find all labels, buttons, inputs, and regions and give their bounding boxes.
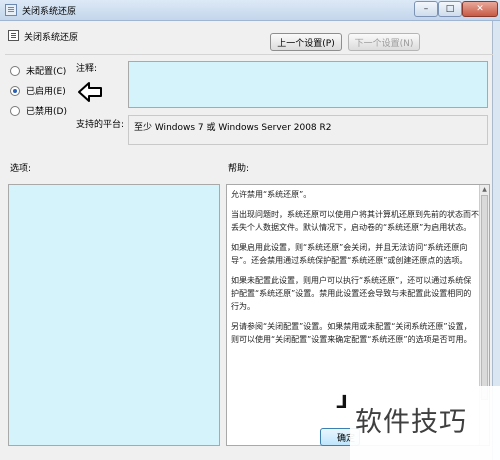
help-paragraph: 如果未配置此设置，则用户可以执行“系统还原”，还可以通过系统保护配置“系统还原”…: [231, 276, 472, 311]
help-paragraph: 允许禁用“系统还原”。: [231, 190, 312, 199]
comment-textarea[interactable]: [128, 61, 488, 108]
radio-disabled[interactable]: 已禁用(D): [10, 104, 67, 117]
help-label: 帮助:: [228, 164, 250, 174]
options-panel: [8, 184, 220, 446]
close-button[interactable]: ✕: [462, 1, 498, 17]
watermark-logo-icon: ⅃: [336, 392, 348, 413]
radio-not-configured[interactable]: 未配置(C): [10, 64, 66, 77]
radio-label: 已禁用(D): [26, 107, 67, 117]
maximize-button[interactable]: □: [438, 1, 462, 17]
setting-title: 关闭系统还原: [24, 33, 79, 43]
help-paragraph: 当出现问题时，系统还原可以使用户将其计算机还原到先前的状态而不丢失个人数据文件。…: [231, 210, 479, 232]
options-label: 选项:: [10, 164, 32, 174]
supported-on-label: 支持的平台:: [76, 120, 125, 130]
scroll-up-arrow-icon[interactable]: ▲: [481, 186, 488, 194]
radio-circle[interactable]: [10, 65, 20, 76]
comment-label: 注释:: [76, 64, 98, 74]
title-bar[interactable]: 关闭系统还原 – □ ✕: [0, 0, 500, 21]
next-setting-button[interactable]: 下一个设置(N): [348, 33, 420, 51]
policy-icon: [5, 4, 17, 16]
watermark-text: 软件技巧: [355, 407, 467, 438]
pointer-arrow-icon: [78, 82, 102, 102]
radio-label: 已启用(E): [26, 87, 66, 97]
radio-label: 未配置(C): [26, 67, 67, 77]
setting-icon: [8, 30, 19, 41]
help-paragraph: 另请参阅“关闭配置”设置。如果禁用或未配置“关闭系统还原”设置，则可以使用“关闭…: [231, 322, 472, 344]
previous-setting-button[interactable]: 上一个设置(P): [270, 33, 342, 51]
help-paragraph: 如果启用此设置，则“系统还原”会关闭，并且无法访问“系统还原向导”。还会禁用通过…: [231, 243, 468, 265]
header-divider: [5, 54, 493, 55]
radio-circle-checked[interactable]: [10, 85, 20, 96]
radio-enabled[interactable]: 已启用(E): [10, 84, 66, 97]
help-text: 允许禁用“系统还原”。 当出现问题时，系统还原可以使用户将其计算机还原到先前的状…: [231, 188, 479, 353]
minimize-button[interactable]: –: [414, 1, 438, 17]
supported-on-value: 至少 Windows 7 或 Windows Server 2008 R2: [128, 115, 488, 145]
scroll-thumb[interactable]: [481, 195, 488, 400]
window-title: 关闭系统还原: [22, 7, 77, 17]
radio-circle[interactable]: [10, 105, 20, 116]
